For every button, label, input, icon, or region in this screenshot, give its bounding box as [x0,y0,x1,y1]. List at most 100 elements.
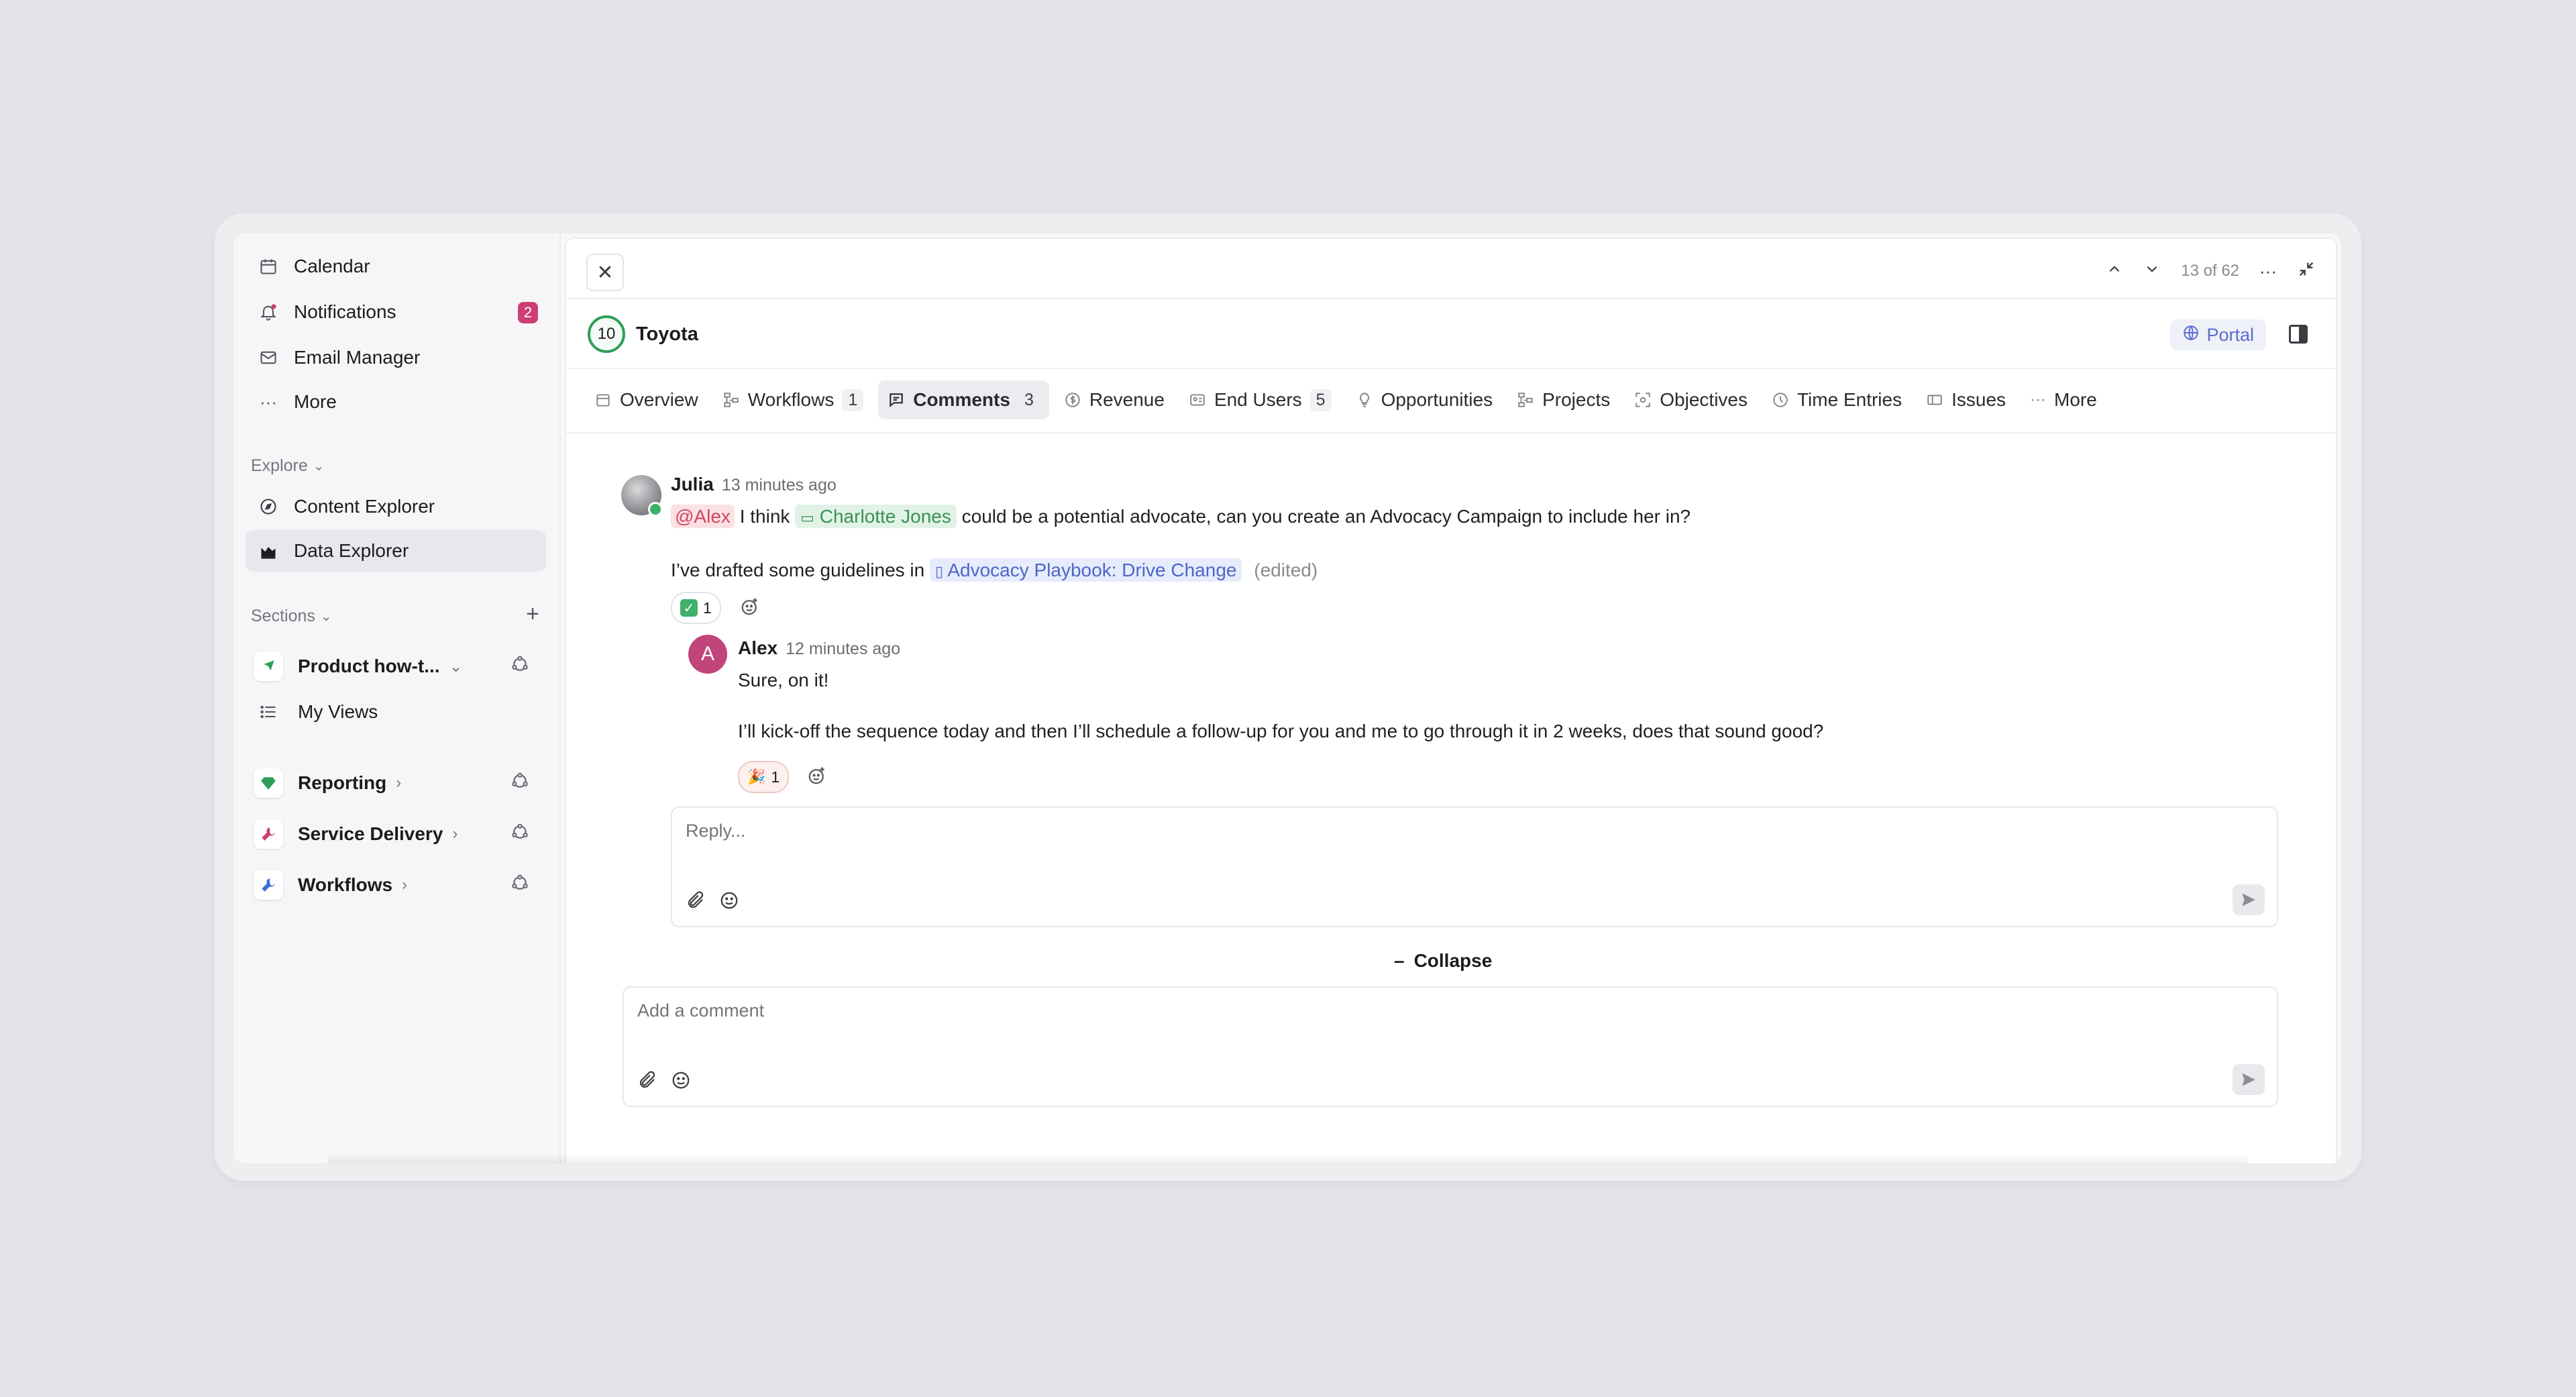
send-reply-button[interactable] [2233,884,2265,915]
section-label: Workflows [298,874,393,895]
tab-comments[interactable]: Comments 3 [878,380,1049,419]
avatar [621,475,663,517]
sidebar-panel-toggle-icon[interactable] [2289,325,2308,344]
tab-end-users[interactable]: End Users 5 [1179,380,1341,419]
divider [566,432,2336,433]
comment-body-line: Sure, on it! [738,670,829,690]
section-my-views[interactable]: My Views [246,691,546,733]
tab-projects[interactable]: Projects [1507,380,1619,419]
bell-icon [258,301,279,323]
wrench-icon [254,819,283,849]
document-link[interactable]: ▯ Advocacy Playbook: Drive Change [930,558,1242,582]
record-header: 10 Toyota [588,314,698,354]
sections-group-toggle[interactable]: Sections ⌄ [251,607,332,626]
user-mention[interactable]: @Alex [671,505,735,528]
ticket-icon [1926,391,1943,409]
notification-count-badge: 2 [518,302,538,323]
section-service-delivery[interactable]: Service Delivery › [246,813,546,855]
check-box-emoji-icon: ✓ [680,599,698,617]
sidebar-item-content-explorer[interactable]: Content Explorer [246,486,546,527]
chevron-down-icon[interactable] [2143,260,2161,282]
collapse-window-icon[interactable] [2297,260,2316,283]
sidebar-item-more[interactable]: ··· More [246,381,546,423]
sidebar-item-calendar[interactable]: Calendar [246,246,546,287]
portal-label: Portal [2206,324,2254,345]
chevron-right-icon[interactable]: › [452,825,458,843]
workflow-icon [722,391,740,409]
record-navigation: 13 of 62 ··· [2106,254,2316,289]
chevron-up-icon[interactable] [2106,260,2123,282]
tab-time-entries[interactable]: Time Entries [1762,380,1911,419]
tab-overview[interactable]: Overview [585,380,708,419]
celebration-emoji-icon: 🎉 [747,768,766,785]
record-panel: ✕ 13 of 62 ··· 10 Toyota Portal Overview… [565,238,2337,1163]
tab-label: Comments [913,389,1010,410]
section-product-how-to[interactable]: Product how-t... ⌄ [246,645,546,687]
tab-revenue[interactable]: Revenue [1055,380,1174,419]
lightbulb-icon [1356,391,1373,409]
sidebar-item-email-manager[interactable]: Email Manager [246,337,546,378]
app-window: Calendar Notifications 2 Email Manager ·… [232,232,2343,1165]
comment-input[interactable] [636,1000,1962,1022]
sidebar-item-label: Notifications [294,301,396,322]
new-comment-box [623,986,2278,1107]
tab-label: Projects [1542,389,1611,410]
add-reaction-button[interactable] [805,764,829,788]
tab-more[interactable]: ··· More [2021,380,2106,419]
tab-issues[interactable]: Issues [1917,380,2015,419]
tab-label: Objectives [1660,389,1748,410]
sidebar-item-notifications[interactable]: Notifications 2 [246,291,546,333]
minus-icon: – [1394,950,1405,971]
calendar-icon [594,391,612,409]
chevron-down-icon[interactable]: ⌄ [449,657,463,676]
tab-objectives[interactable]: Objectives [1625,380,1757,419]
add-section-button[interactable]: + [526,601,539,627]
section-workflows[interactable]: Workflows › [246,864,546,906]
tab-label: Revenue [1089,389,1165,410]
reaction-count: 1 [771,768,780,786]
add-reaction-button[interactable] [738,594,762,619]
composer-tools [686,890,739,914]
shared-icon [510,873,530,898]
record-tabs: Overview Workflows 1 Comments 3 Revenue [585,380,2106,420]
section-reporting[interactable]: Reporting › [246,762,546,804]
comment-body-line: I’ll kick-off the sequence today and the… [738,721,1824,741]
shared-icon [510,771,530,796]
reaction-check[interactable]: ✓ 1 [671,592,721,624]
reply-input[interactable] [684,820,1971,842]
send-icon [2242,1073,2255,1086]
list-icon [254,703,283,721]
sidebar-item-label: Calendar [294,256,370,276]
explore-group-toggle[interactable]: Explore ⌄ [251,456,325,476]
tab-label: Opportunities [1381,389,1493,410]
more-icon: ··· [2030,391,2047,409]
more-icon[interactable]: ··· [2259,261,2277,282]
reply-box [671,807,2278,927]
emoji-icon[interactable] [719,890,739,914]
workflow-icon [1517,391,1534,409]
chevron-right-icon[interactable]: › [396,774,401,792]
send-icon [2242,893,2255,907]
paperclip-icon[interactable] [686,890,706,914]
chevron-down-icon: ⌄ [320,609,332,624]
contact-mention[interactable]: ▭ Charlotte Jones [795,505,957,528]
chevron-right-icon[interactable]: › [402,876,407,894]
reaction-celebrate[interactable]: 🎉 1 [738,761,790,793]
sidebar-item-label: More [294,391,337,412]
portal-button[interactable]: Portal [2170,319,2266,350]
close-button[interactable]: ✕ [586,254,624,291]
emoji-icon[interactable] [671,1070,691,1094]
tab-opportunities[interactable]: Opportunities [1346,380,1503,419]
main-area: ✕ 13 of 62 ··· 10 Toyota Portal Overview… [561,234,2341,1163]
send-comment-button[interactable] [2233,1064,2265,1095]
paperclip-icon[interactable] [637,1070,657,1094]
comment-author: Julia 13 minutes ago [671,474,837,495]
explore-label: Explore [251,456,308,475]
divider [566,368,2336,369]
comment-icon [888,391,905,409]
health-score-ring: 10 [588,315,625,353]
comment-timestamp: 12 minutes ago [786,639,901,658]
collapse-thread-button[interactable]: – Collapse [1394,950,1492,972]
sidebar-item-data-explorer[interactable]: Data Explorer [246,530,546,572]
tab-workflows[interactable]: Workflows 1 [713,380,873,419]
